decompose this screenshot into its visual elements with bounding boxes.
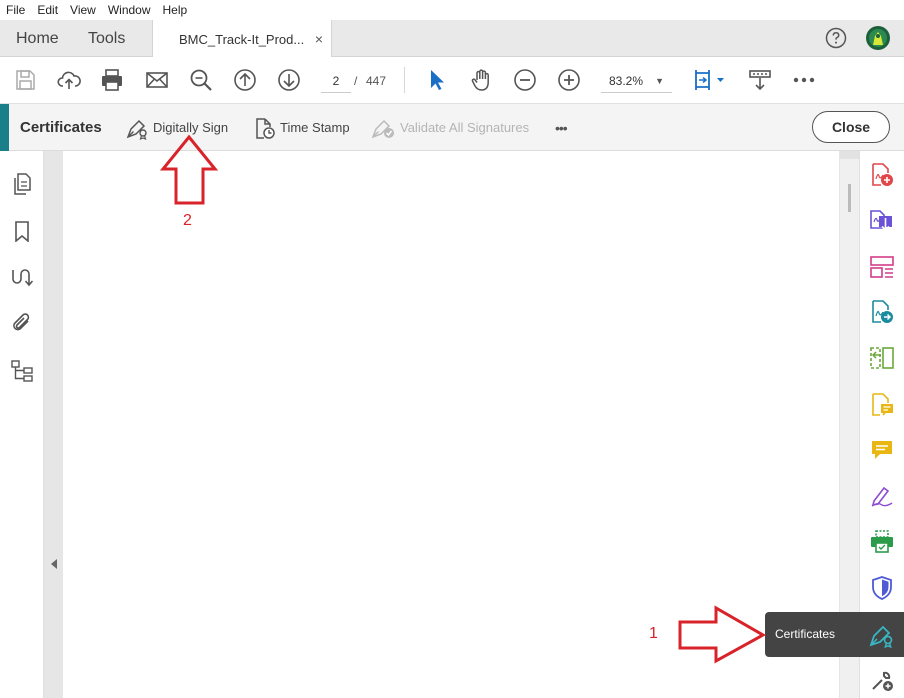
validate-all-signatures-button[interactable]: Validate All Signatures [370,104,529,151]
certificates-tool-tooltip[interactable]: Certificates [765,612,904,657]
help-icon[interactable] [825,27,847,49]
zoom-select[interactable]: 83.2% ▼ [601,69,672,93]
annotation-arrow-up [160,134,219,205]
pages-icon[interactable] [11,173,33,195]
menu-help[interactable]: Help [157,3,194,17]
menu-edit[interactable]: Edit [31,3,64,17]
digitally-sign-label: Digitally Sign [153,120,229,135]
tab-document-label: BMC_Track-It_Prod... [179,31,305,47]
validate-all-label: Validate All Signatures [400,120,530,135]
certificates-tooltip-label: Certificates [775,627,836,641]
menu-file[interactable]: File [0,3,31,17]
more-options-icon[interactable]: ••• [555,104,568,151]
tree-icon[interactable] [11,360,33,382]
page-separator: / [354,74,358,88]
chevron-down-icon: ▼ [655,76,664,86]
tab-tools[interactable]: Tools [88,20,125,57]
certificates-title: Certificates [20,119,102,136]
attachment-icon[interactable] [11,312,33,334]
print-production-icon[interactable] [870,530,894,554]
close-button[interactable]: Close [812,111,890,143]
save-icon[interactable] [13,68,37,92]
main-toolbar: 2 / 447 83.2% ▼ [0,57,904,104]
organize-pages-icon[interactable] [870,255,894,279]
tab-home[interactable]: Home [16,20,59,57]
scroll-mode-icon[interactable] [748,68,772,92]
annotation-step-2: 2 [183,212,192,229]
select-cursor-icon[interactable] [425,68,449,92]
zoom-in-icon[interactable] [557,68,581,92]
zoom-value: 83.2% [609,74,644,88]
fill-sign-icon[interactable] [870,484,894,508]
upload-icon[interactable] [57,68,81,92]
annotation-step-1: 1 [649,625,658,642]
avatar[interactable] [866,26,890,50]
mail-icon[interactable] [145,68,169,92]
menu-window[interactable]: Window [102,3,157,17]
comment-icon[interactable] [870,438,894,462]
page-total: 447 [366,74,387,88]
page-up-icon[interactable] [233,68,257,92]
page-down-icon[interactable] [277,68,301,92]
scrollbar-thumb[interactable] [848,184,851,212]
acrobat-window: File Edit View Window Help Home Tools BM… [0,0,904,698]
time-stamp-icon [256,117,275,139]
time-stamp-label: Time Stamp [280,120,350,135]
export-pdf-icon[interactable] [870,208,894,232]
toolbar-divider [404,67,405,93]
more-icon[interactable] [792,68,816,92]
tab-document[interactable]: BMC_Track-It_Prod... × [152,20,332,58]
validate-signature-icon [371,119,394,138]
pen-sign-icon [126,119,147,140]
menu-bar: File Edit View Window Help [0,0,904,20]
print-icon[interactable] [100,68,124,92]
scroll-up-button[interactable] [840,151,859,159]
protect-icon[interactable] [870,576,894,600]
bookmark-icon[interactable] [11,220,33,242]
menu-view[interactable]: View [64,3,102,17]
certificates-toolbar: Certificates Digitally Sign Time Stamp V… [0,104,904,151]
collapse-left-pane-icon[interactable] [50,558,58,570]
tab-bar: Home Tools BMC_Track-It_Prod... × [0,20,904,58]
more-tools-icon[interactable] [870,668,894,692]
certificates-accent [0,104,9,151]
zoom-out-icon[interactable] [513,68,537,92]
annotation-arrow-right [678,605,767,664]
compare-icon[interactable] [870,346,894,370]
create-pdf-icon[interactable] [870,163,894,187]
fit-page-icon[interactable] [693,68,727,92]
link-icon[interactable] [11,266,33,288]
page-number-input[interactable]: 2 [321,69,351,93]
hand-icon[interactable] [469,68,493,92]
zoom-search-icon[interactable] [189,68,213,92]
left-nav-pane [0,151,44,698]
close-tab-icon[interactable]: × [315,31,323,47]
comment-file-icon[interactable] [870,393,894,417]
certificates-icon[interactable] [869,622,895,648]
time-stamp-button[interactable]: Time Stamp [252,104,350,151]
send-pdf-icon[interactable] [870,300,894,324]
